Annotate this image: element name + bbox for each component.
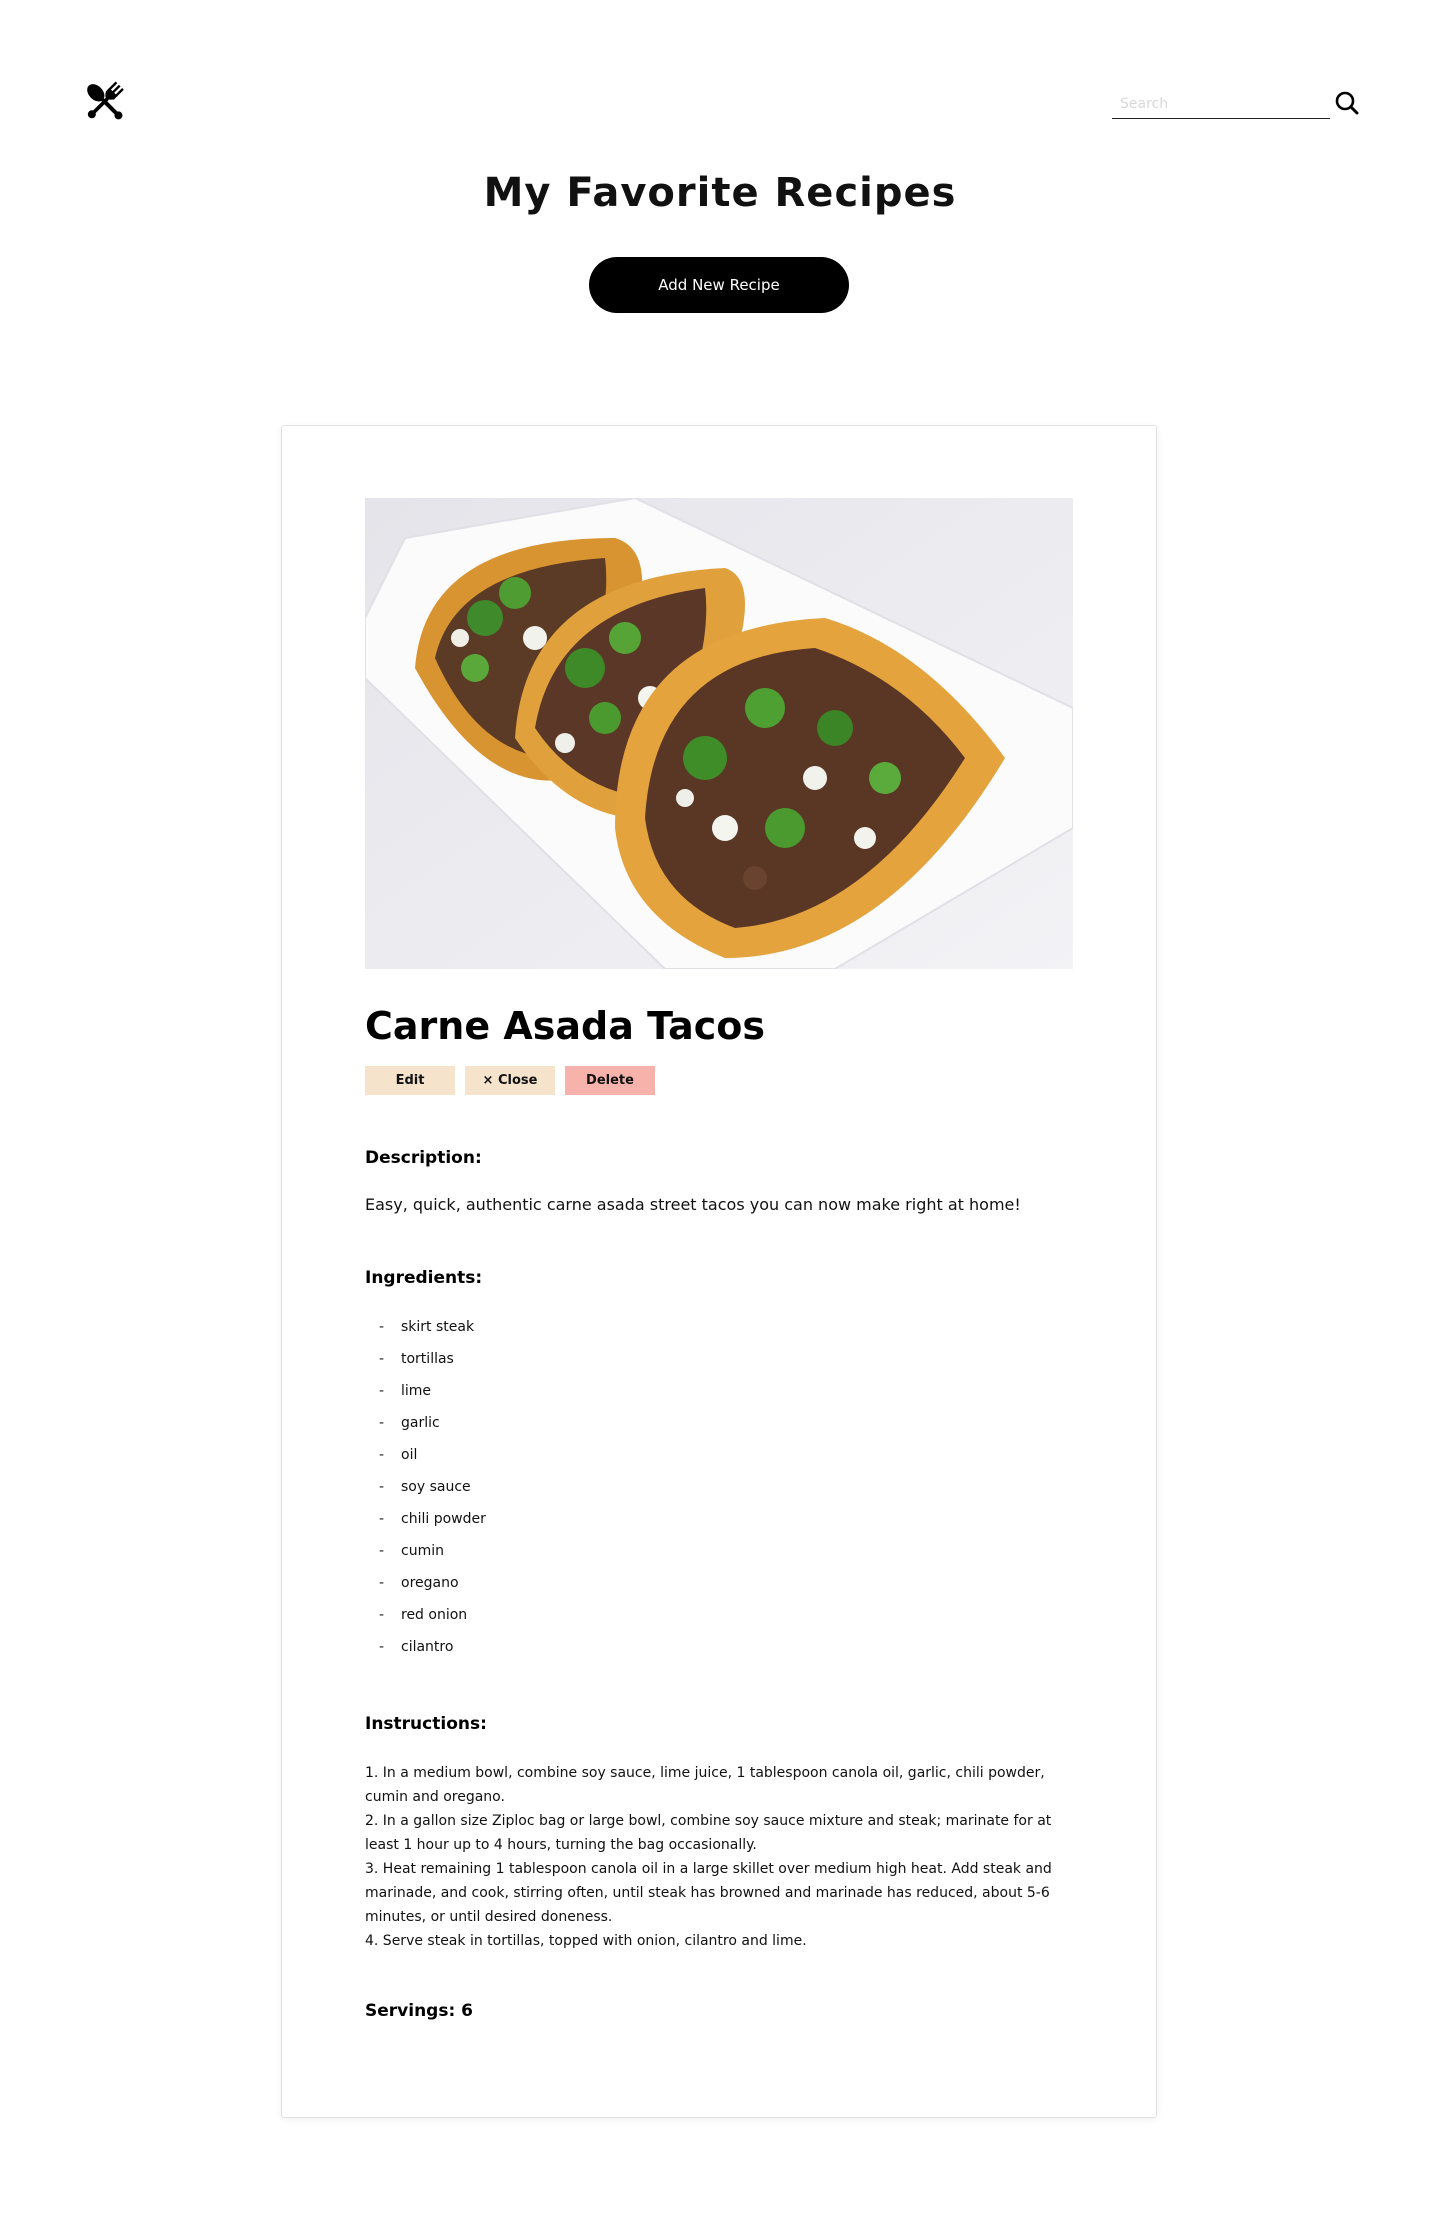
list-item: - oil [379,1444,486,1476]
ingredient-label: garlic [401,1415,440,1431]
list-item: - skirt steak [379,1316,486,1348]
instruction-step: 4. Serve steak in tortillas, topped with… [365,1933,807,1949]
instruction-step: 1. In a medium bowl, combine soy sauce, … [365,1765,1045,1805]
ingredient-label: red onion [401,1607,468,1623]
list-item: - lime [379,1380,486,1412]
instructions-heading: Instructions: [365,1714,487,1734]
description-heading: Description: [365,1148,482,1168]
ingredient-label: cilantro [401,1639,454,1655]
list-item: - garlic [379,1412,486,1444]
recipe-actions: Edit × Close Delete [365,1066,655,1095]
list-item: - cumin [379,1540,486,1572]
ingredients-list: - skirt steak - tortillas - lime - garlic -o… [379,1316,486,1668]
ingredient-label: tortillas [401,1351,454,1367]
crossed-spoon-fork-icon[interactable] [80,80,130,124]
search-icon[interactable] [1334,90,1360,116]
instruction-step: 3. Heat remaining 1 tablespoon canola oi… [365,1861,1052,1925]
ingredient-label: oil [401,1447,418,1463]
list-item: - cilantro [379,1636,486,1668]
instructions-text: 1. In a medium bowl, combine soy sauce, … [365,1761,1077,1953]
instruction-step: 2. In a gallon size Ziploc bag or large … [365,1813,1052,1853]
ingredient-label: lime [401,1383,432,1399]
ingredient-label: oregano [401,1575,459,1591]
edit-button[interactable]: Edit [365,1066,455,1095]
ingredients-heading: Ingredients: [365,1268,483,1288]
ingredient-label: cumin [401,1543,444,1559]
page-title: My Favorite Recipes [483,170,957,216]
add-new-recipe-button[interactable]: Add New Recipe [589,257,849,313]
close-button[interactable]: × Close [465,1066,555,1095]
servings-text: Servings: 6 [365,2001,474,2021]
search-field-wrapper [1112,92,1330,119]
list-item: - soy sauce [379,1476,486,1508]
recipe-photo [365,498,1073,969]
ingredient-label: chili powder [401,1511,486,1527]
ingredient-label: skirt steak [401,1319,475,1335]
list-item: - red onion [379,1604,486,1636]
recipe-title: Carne Asada Tacos [365,1004,765,1048]
list-item: - chili powder [379,1508,486,1540]
delete-button[interactable]: Delete [565,1066,655,1095]
ingredient-label: soy sauce [401,1479,471,1495]
search-input[interactable] [1112,92,1330,116]
list-item: - tortillas [379,1348,486,1380]
list-item: - oregano [379,1572,486,1604]
recipe-card: Carne Asada Tacos Edit × Close Delete De… [281,425,1157,2118]
description-text: Easy, quick, authentic carne asada stree… [365,1195,1021,1214]
